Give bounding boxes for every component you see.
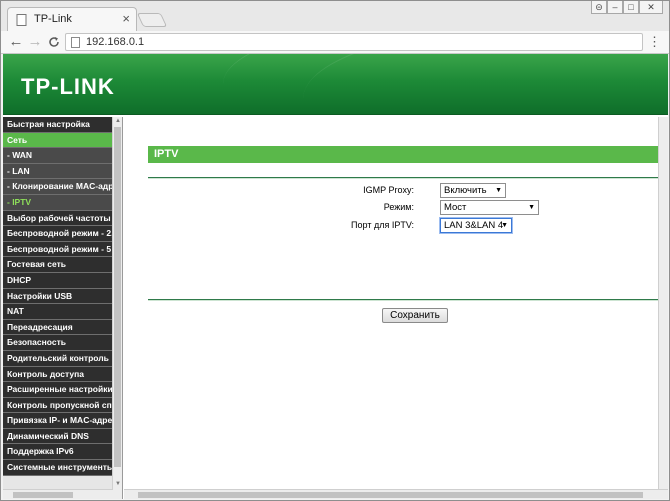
minimize-button[interactable]: –: [607, 1, 623, 14]
address-bar[interactable]: 192.168.0.1: [65, 33, 643, 51]
sidebar-item[interactable]: DHCP: [3, 272, 113, 289]
chevron-down-icon: ▼: [528, 204, 535, 211]
user-icon[interactable]: ⊝: [591, 1, 607, 14]
mode-select[interactable]: Мост ▼: [440, 200, 539, 215]
back-button[interactable]: ←: [7, 33, 25, 51]
igmp-proxy-value: Включить: [444, 185, 487, 196]
banner-decoration: [303, 54, 668, 114]
iptv-port-row: Порт для IPTV: LAN 3&LAN 4 ▼: [148, 218, 663, 234]
save-button[interactable]: Сохранить: [382, 308, 448, 323]
sidebar-item[interactable]: Расширенные настройки маршрутизации: [3, 382, 113, 398]
browser-window: TP-Link × ⊝ – □ ✕ ← → 192.168.0.1 ⋮ TP-L…: [0, 0, 670, 501]
sidebar-item[interactable]: Родительский контроль: [3, 350, 113, 367]
sidebar-item[interactable]: Быстрая настройка: [3, 117, 113, 133]
tab-title: TP-Link: [34, 13, 72, 25]
chevron-down-icon: ▼: [495, 187, 502, 194]
sidebar-item[interactable]: Безопасность: [3, 335, 113, 351]
mode-row: Режим: Мост ▼: [148, 200, 663, 216]
browser-toolbar: ← → 192.168.0.1 ⋮: [1, 31, 669, 54]
sidebar-item[interactable]: Переадресация: [3, 319, 113, 336]
sidebar-vertical-scrollbar[interactable]: ▲ ▼: [112, 117, 122, 499]
sidebar-item[interactable]: Выбор рабочей частоты: [3, 210, 113, 227]
sidebar-menu: Быстрая настройка Сеть - WAN - LAN - Клониро…: [3, 117, 123, 499]
iptv-port-select[interactable]: LAN 3&LAN 4 ▼: [440, 218, 512, 233]
divider: [148, 299, 663, 301]
mode-value: Мост: [444, 202, 467, 213]
sidebar-item[interactable]: - IPTV: [3, 194, 113, 211]
page-info-icon[interactable]: [71, 37, 80, 48]
sidebar-item[interactable]: Контроль доступа: [3, 366, 113, 383]
browser-menu-icon[interactable]: ⋮: [648, 33, 661, 51]
scrollbar-thumb[interactable]: [114, 127, 121, 467]
igmp-proxy-select[interactable]: Включить ▼: [440, 183, 506, 198]
page-viewport: TP-LINK Быстрая настройка Сеть - WAN - LAN -…: [3, 54, 668, 499]
window-controls: ⊝ – □ ✕: [591, 1, 663, 15]
sidebar-item[interactable]: Настройки USB: [3, 288, 113, 305]
mode-label: Режим:: [383, 202, 414, 212]
new-tab-button[interactable]: [136, 13, 168, 27]
scroll-up-icon[interactable]: ▲: [114, 118, 122, 124]
sidebar-item[interactable]: NAT: [3, 304, 113, 320]
sidebar-item[interactable]: Контроль пропускной способности: [3, 397, 113, 414]
sidebar-item[interactable]: Привязка IP- и MAC-адресов: [3, 413, 113, 429]
header-banner: TP-LINK: [3, 54, 668, 115]
tab-strip: TP-Link × ⊝ – □ ✕: [1, 1, 669, 31]
scroll-down-icon[interactable]: ▼: [114, 481, 122, 487]
sidebar-item[interactable]: Беспроводной режим - 5 ГГц: [3, 241, 113, 258]
sidebar-list: Быстрая настройка Сеть - WAN - LAN - Клониро…: [3, 117, 122, 476]
tab-close-icon[interactable]: ×: [122, 11, 130, 27]
chevron-down-icon: ▼: [501, 222, 508, 229]
close-window-button[interactable]: ✕: [639, 1, 663, 14]
sidebar-horizontal-scrollbar[interactable]: [3, 489, 113, 499]
section-title: IPTV: [148, 146, 663, 163]
sidebar-item[interactable]: Динамический DNS: [3, 428, 113, 445]
url-text: 192.168.0.1: [86, 36, 145, 48]
sidebar-item[interactable]: Сеть: [3, 132, 113, 149]
main-horizontal-scrollbar[interactable]: [124, 489, 668, 499]
forward-button[interactable]: →: [26, 33, 44, 51]
reload-button[interactable]: [45, 33, 63, 51]
main-content: IPTV IGMP Proxy: Включить ▼ Режим: Мост …: [124, 117, 668, 499]
sidebar-item[interactable]: Гостевая сеть: [3, 257, 113, 273]
sidebar-item[interactable]: - WAN: [3, 148, 113, 164]
igmp-proxy-row: IGMP Proxy: Включить ▼: [148, 183, 663, 199]
iptv-port-label: Порт для IPTV:: [351, 220, 414, 230]
reload-icon: [49, 37, 59, 47]
main-vertical-scrollbar[interactable]: [658, 117, 668, 489]
igmp-proxy-label: IGMP Proxy:: [363, 185, 414, 195]
tp-link-logo: TP-LINK: [21, 74, 115, 99]
sidebar-item[interactable]: Поддержка IPv6: [3, 444, 113, 461]
sidebar-item[interactable]: - LAN: [3, 163, 113, 180]
sidebar-item[interactable]: Беспроводной режим - 2,4 ГГц: [3, 226, 113, 242]
maximize-button[interactable]: □: [623, 1, 639, 14]
scrollbar-thumb[interactable]: [138, 492, 643, 498]
scrollbar-thumb[interactable]: [13, 492, 73, 498]
page-icon: [16, 14, 27, 26]
browser-tab[interactable]: TP-Link ×: [7, 7, 137, 31]
sidebar-item[interactable]: Системные инструменты: [3, 460, 113, 476]
sidebar-item[interactable]: - Клонирование MAC-адреса: [3, 179, 113, 195]
iptv-port-value: LAN 3&LAN 4: [444, 220, 504, 231]
divider: [148, 177, 663, 179]
